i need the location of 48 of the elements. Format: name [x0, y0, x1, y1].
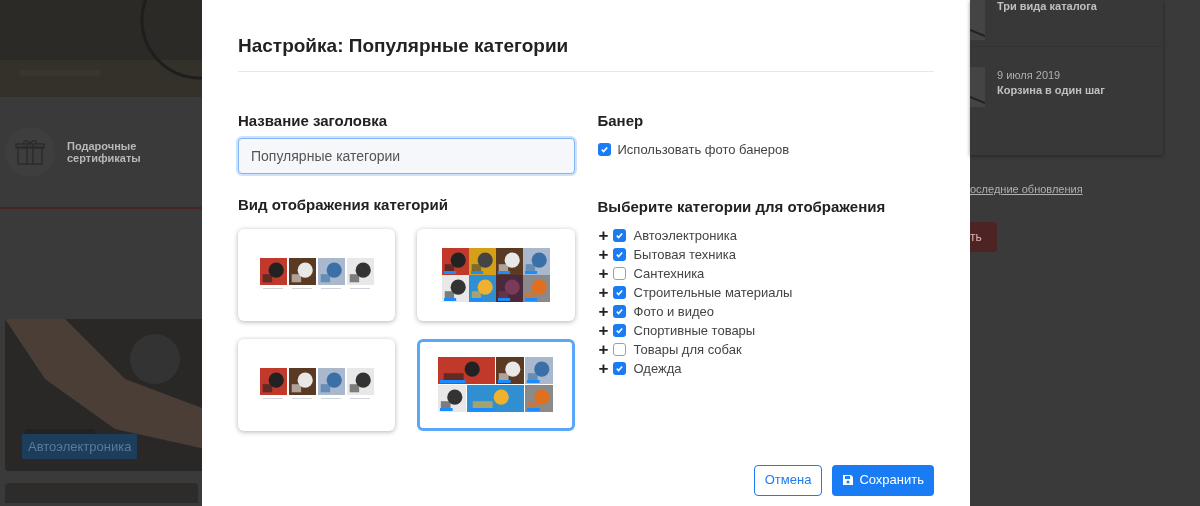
layout-option[interactable] [238, 338, 396, 431]
checkbox[interactable] [612, 343, 626, 356]
checkbox[interactable] [612, 324, 626, 337]
checkbox[interactable] [612, 267, 626, 280]
category-item: Бытовая техника [633, 245, 736, 264]
layout-option[interactable] [417, 228, 575, 321]
checkbox[interactable] [612, 248, 626, 261]
category-label: Автоэлектроника [22, 433, 138, 459]
category-item: Одежда [633, 359, 682, 378]
checkbox-label: Использовать фото банеров [617, 141, 790, 159]
news-title[interactable]: Корзина в один шаг [997, 83, 1105, 96]
dialog-title: Настройка: Популярные категории [238, 0, 934, 72]
checkbox[interactable] [597, 143, 611, 157]
expand-button[interactable]: + [597, 341, 610, 358]
category-item: Товары для собак [633, 340, 742, 359]
field-label: Название заголовка [238, 110, 388, 131]
section-label: Банер [597, 110, 645, 131]
cancel-button[interactable]: Отмена [753, 464, 823, 496]
checkbox[interactable] [612, 286, 626, 299]
checkbox[interactable] [612, 305, 626, 318]
category-item: Сантехника [633, 264, 705, 283]
news-title[interactable]: Три вида каталога [997, 0, 1097, 12]
section-label: Выберите категории для отображения [597, 196, 887, 217]
category-item: Автоэлектроника [633, 226, 737, 245]
checkbox[interactable] [612, 362, 626, 375]
layout-option[interactable] [238, 228, 396, 321]
category-item: Фото и видео [633, 302, 715, 321]
expand-button[interactable]: + [597, 284, 610, 301]
expand-button[interactable]: + [597, 322, 610, 339]
heading-input-field[interactable]: Популярные категории [238, 138, 575, 174]
expand-button[interactable]: + [597, 360, 610, 377]
check-icon [614, 364, 624, 373]
updates-link[interactable]: оследние обновления [970, 181, 1200, 198]
expand-button[interactable]: + [597, 227, 610, 244]
category-item: Спортивные товары [633, 321, 756, 340]
gift-certificates-label[interactable]: Подарочные сертификаты [67, 140, 157, 164]
layout-option[interactable] [417, 338, 575, 431]
save-icon [842, 474, 855, 486]
category-item: Строительные материалы [633, 283, 793, 302]
partial-button[interactable]: ть [970, 221, 997, 252]
expand-button[interactable]: + [597, 265, 610, 282]
expand-button[interactable]: + [597, 303, 610, 320]
checkbox[interactable] [612, 229, 626, 242]
news-date: 9 июля 2019 [997, 68, 1062, 83]
check-icon [599, 145, 609, 155]
save-button[interactable]: Сохранить [832, 464, 934, 496]
section-label: Вид отображения категорий [238, 195, 449, 215]
expand-button[interactable]: + [597, 246, 610, 263]
